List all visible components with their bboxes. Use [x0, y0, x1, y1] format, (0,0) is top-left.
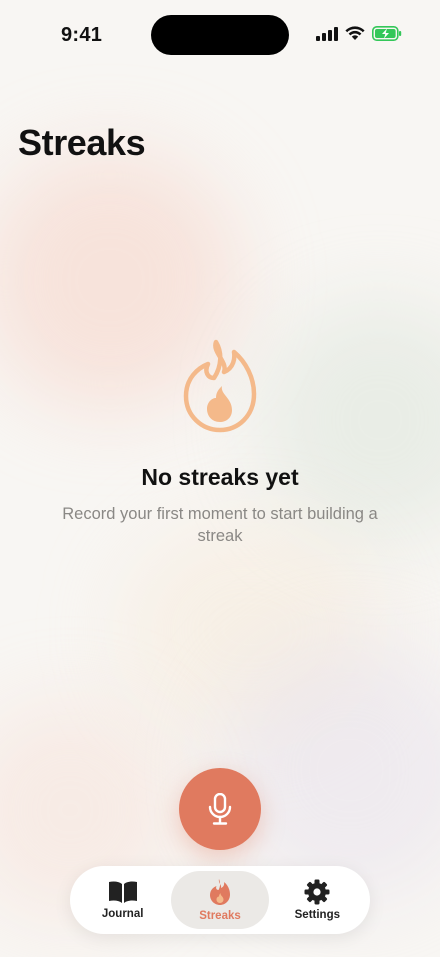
- page-title: Streaks: [18, 122, 146, 163]
- empty-state: No streaks yet Record your first moment …: [0, 338, 440, 547]
- microphone-icon: [208, 793, 232, 825]
- tab-journal-label: Journal: [101, 908, 144, 920]
- status-icons: [316, 26, 402, 41]
- tab-settings-label: Settings: [294, 909, 340, 921]
- flame-icon: [183, 339, 257, 433]
- tab-bar: Journal Streaks Settings: [70, 866, 370, 934]
- empty-state-subtitle: Record your first moment to start buildi…: [62, 505, 378, 545]
- tab-streaks[interactable]: Streaks: [171, 871, 269, 929]
- flame-icon: [209, 879, 230, 905]
- gear-icon: [304, 879, 330, 905]
- battery-charging-icon: [372, 26, 402, 41]
- tab-journal[interactable]: Journal: [74, 871, 171, 929]
- wifi-icon: [345, 26, 365, 40]
- dynamic-island: [151, 15, 289, 55]
- tab-settings[interactable]: Settings: [269, 871, 366, 929]
- tab-streaks-label: Streaks: [199, 910, 241, 922]
- status-bar: 9:41: [0, 0, 440, 70]
- status-time: 9:41: [61, 24, 103, 46]
- empty-state-title: No streaks yet: [141, 464, 299, 490]
- record-button[interactable]: [179, 768, 261, 850]
- book-icon: [108, 881, 137, 903]
- cellular-signal-icon: [316, 26, 338, 41]
